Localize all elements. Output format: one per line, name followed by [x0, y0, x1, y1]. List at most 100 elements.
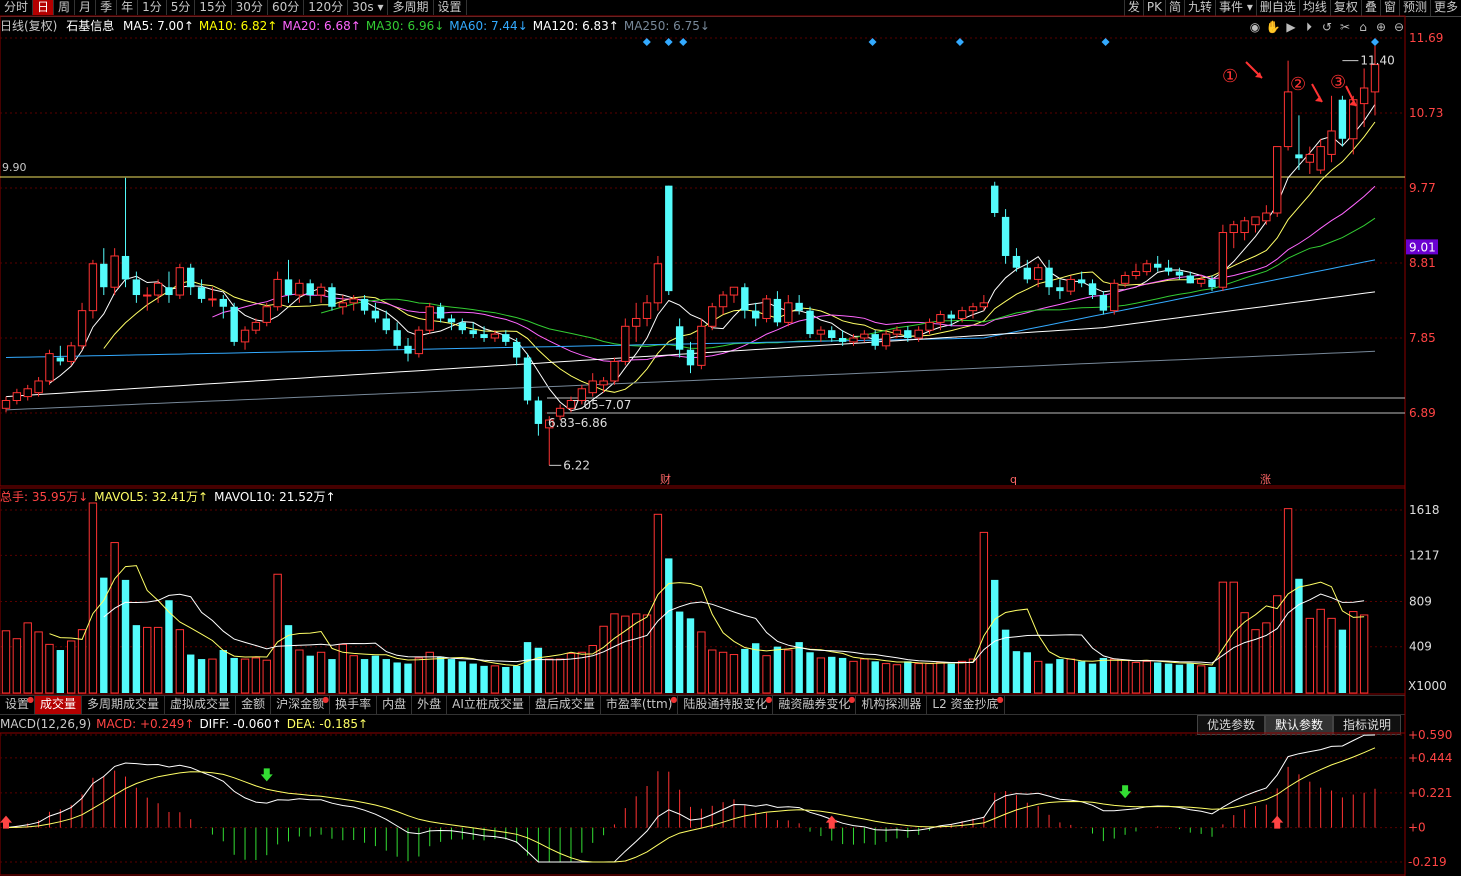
candle-body	[795, 302, 803, 311]
candle-body	[306, 283, 314, 296]
candle-body	[523, 357, 532, 401]
volume-bar	[1273, 595, 1282, 694]
volume-bar	[251, 657, 261, 694]
volume-bar	[1154, 662, 1162, 693]
volume-bar	[1196, 665, 1206, 694]
volume-bar	[1316, 608, 1325, 694]
event-marker-cai: 财	[660, 472, 671, 486]
candle-body	[187, 267, 195, 288]
candle-body	[555, 407, 565, 417]
candle-body	[621, 325, 630, 362]
volume-bar	[708, 649, 717, 694]
event-diamond	[1371, 38, 1379, 46]
candle-body	[1327, 130, 1336, 155]
volume-bar	[675, 611, 684, 693]
event-diamond	[955, 38, 964, 46]
candle-body	[697, 325, 706, 366]
diff-line	[5, 734, 1376, 863]
volume-bar	[1045, 663, 1053, 693]
candle-body	[675, 326, 684, 350]
volume-bar	[1023, 652, 1032, 693]
volume-bar	[328, 659, 336, 693]
volume-bar	[599, 625, 608, 694]
volume-bar	[773, 646, 782, 693]
volume-bar	[1056, 659, 1064, 693]
event-diamond	[642, 38, 651, 46]
candle-body	[404, 345, 412, 354]
volume-bar	[610, 613, 619, 694]
volume-bar	[88, 502, 98, 694]
price-tick-label: 8.81	[1409, 256, 1436, 270]
volume-bar	[860, 658, 869, 694]
candle-body	[1316, 146, 1325, 171]
candle-body	[458, 322, 467, 331]
macd-buy-arrow	[1271, 815, 1284, 829]
volume-bar	[523, 642, 532, 693]
volume-bar	[45, 643, 54, 694]
candle-body	[773, 298, 782, 323]
candle-body	[121, 255, 130, 280]
volume-bar	[816, 657, 826, 694]
volume-bar	[718, 651, 728, 694]
volume-bar	[653, 513, 663, 694]
volume-bar	[240, 658, 250, 694]
volume-tick-label: 809	[1409, 595, 1432, 609]
macd-pane	[0, 732, 1406, 876]
candle-body	[502, 334, 510, 342]
candle-body	[1001, 216, 1010, 256]
candle-body	[349, 298, 358, 304]
candle-body	[925, 321, 934, 331]
volume-bar	[110, 542, 119, 694]
mavol10-line	[103, 593, 1365, 664]
stock-chart[interactable]: 11.69 10.73 9.77 8.81 7.85 6.89 9.01 9.90 11.40 6…	[0, 0, 1461, 876]
candle-body	[849, 337, 858, 343]
price-pane	[0, 15, 1406, 487]
volume-bar	[1208, 666, 1216, 693]
candle-body	[284, 279, 293, 296]
candle-body	[425, 306, 434, 331]
candle-body	[382, 318, 390, 331]
volume-bar	[849, 660, 858, 694]
candle-body	[653, 263, 663, 304]
candle-body	[197, 287, 206, 299]
price-tick-label: 6.89	[1409, 406, 1436, 420]
volume-bar	[469, 663, 477, 693]
volume-bar	[132, 625, 141, 693]
low-label: 6.22	[563, 458, 590, 472]
candle-body	[1251, 216, 1260, 226]
candle-body	[436, 306, 445, 319]
mavol5-line	[49, 565, 1365, 667]
volume-bar	[273, 573, 282, 694]
macd-sell-arrow	[1119, 785, 1132, 799]
candle-body	[251, 321, 261, 331]
volume-bar	[991, 579, 999, 693]
candle-body	[588, 380, 597, 394]
candle-body	[979, 302, 989, 308]
candle-body	[1338, 99, 1347, 139]
volume-bar	[828, 656, 836, 693]
volume-bar	[762, 655, 771, 694]
candle-body	[490, 333, 500, 339]
volume-bar	[936, 661, 945, 694]
volume-bar	[121, 579, 130, 693]
candle-body	[338, 302, 348, 308]
candle-body	[1218, 232, 1228, 288]
volume-bar	[175, 629, 185, 694]
volume-bar	[316, 651, 326, 694]
range1-label: 7.05–7.07	[572, 398, 631, 412]
price-tick-label: 11.69	[1409, 31, 1443, 45]
ma30-line	[320, 217, 1376, 349]
event-diamond	[1101, 38, 1110, 46]
price-tick-label: 7.85	[1409, 331, 1436, 345]
volume-bar	[56, 650, 65, 693]
candle-body	[1186, 275, 1194, 284]
candle-body	[741, 287, 749, 311]
volume-bar	[795, 642, 803, 693]
candle-body	[1273, 146, 1282, 214]
candle-body	[414, 329, 424, 355]
circle-3: ③	[1330, 72, 1346, 93]
candle-body	[328, 287, 336, 307]
volume-bar	[1099, 657, 1108, 693]
candle-body	[153, 282, 163, 296]
volume-bar	[1110, 658, 1119, 694]
